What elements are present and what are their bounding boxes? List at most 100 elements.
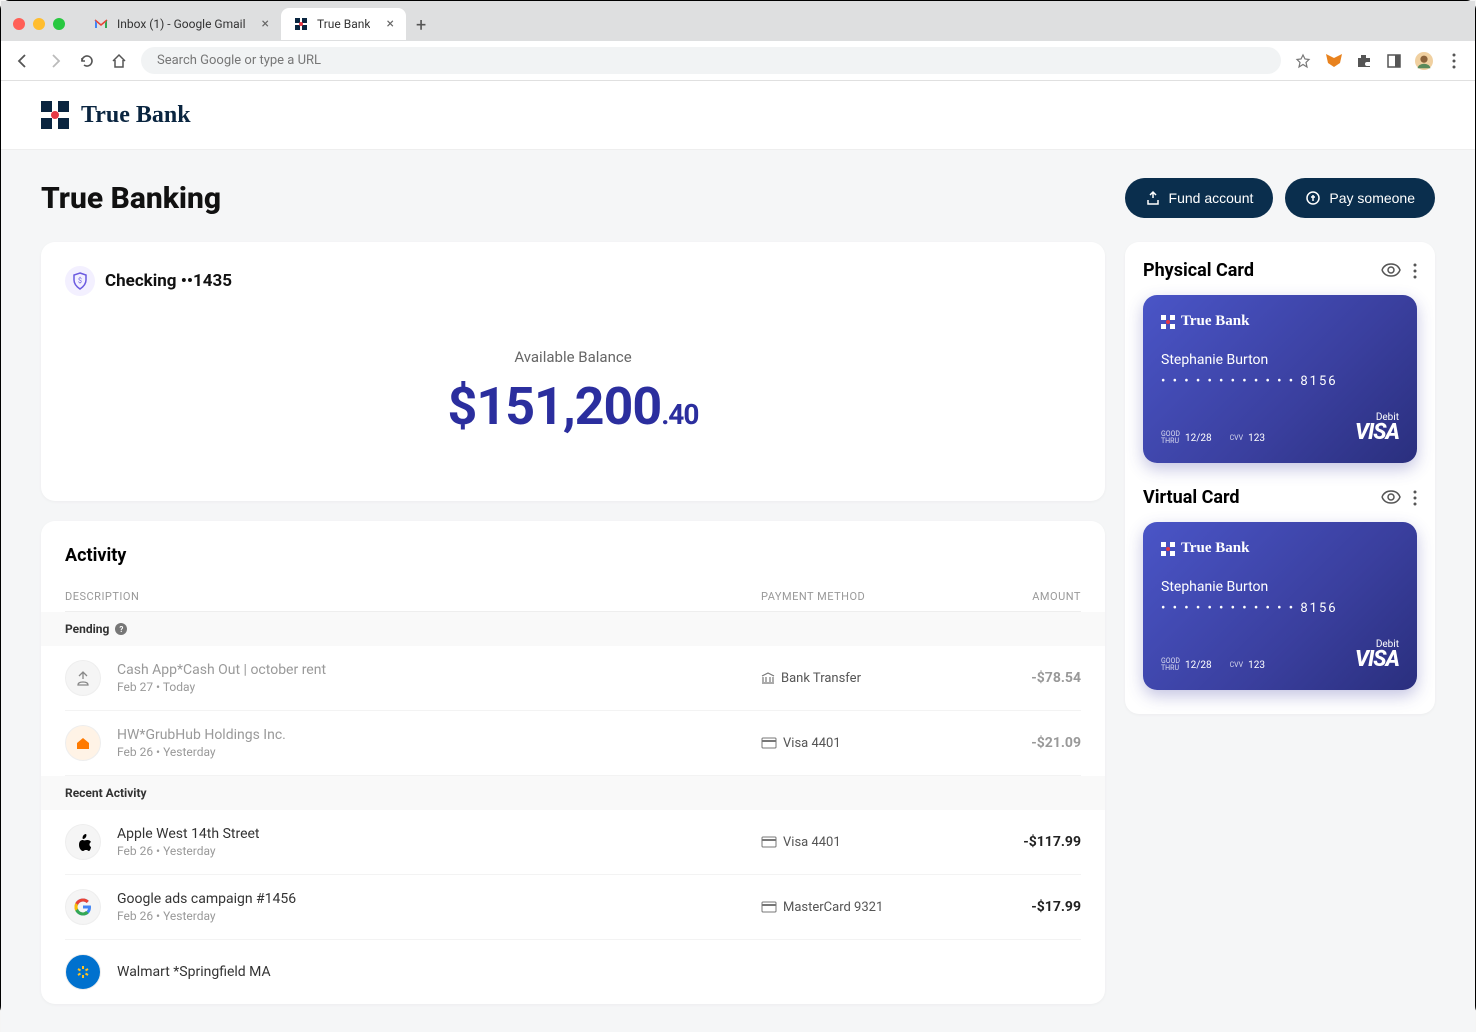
activity-date: Feb 27 • Today [117, 680, 761, 694]
card-brand-text: True Bank [1181, 313, 1250, 330]
activity-date: Feb 26 • Yesterday [117, 844, 761, 858]
recent-label-text: Recent Activity [65, 786, 147, 800]
back-button[interactable] [13, 51, 33, 71]
extensions-icon[interactable] [1355, 52, 1373, 70]
menu-icon[interactable] [1445, 52, 1463, 70]
merchant-icon [65, 660, 101, 696]
tab-title: Inbox (1) - Google Gmail [117, 17, 246, 31]
tab-gmail[interactable]: Inbox (1) - Google Gmail × [81, 8, 281, 40]
btn-label: Fund account [1169, 190, 1254, 206]
tab-true-bank[interactable]: True Bank × [281, 8, 406, 40]
card-footer: GOOD THRU 12/28 CVV 123 VISA [1161, 647, 1399, 672]
activity-row[interactable]: Cash App*Cash Out | october rent Feb 27 … [65, 646, 1081, 711]
sidepanel-icon[interactable] [1385, 52, 1403, 70]
pay-someone-button[interactable]: Pay someone [1285, 178, 1435, 218]
good-thru-label: GOOD THRU [1161, 658, 1180, 672]
cvv-value: 123 [1248, 660, 1265, 671]
eye-icon[interactable] [1381, 263, 1401, 279]
card-meta: GOOD THRU 12/28 CVV 123 [1161, 658, 1265, 672]
brand[interactable]: True Bank [41, 101, 1435, 129]
card-meta: GOOD THRU 12/28 CVV 123 [1161, 431, 1265, 445]
more-icon[interactable] [1413, 263, 1417, 279]
balance-panel: $ Checking ••1435 Available Balance $151… [41, 242, 1105, 501]
url-bar[interactable]: Search Google or type a URL [141, 47, 1281, 74]
window-controls [13, 18, 65, 30]
brand-logo-icon [41, 101, 69, 129]
col-description: DESCRIPTION [65, 590, 761, 603]
metamask-icon[interactable] [1325, 52, 1343, 70]
info-icon[interactable]: ? [115, 623, 127, 635]
eye-icon[interactable] [1381, 490, 1401, 506]
reload-button[interactable] [77, 51, 97, 71]
fund-account-button[interactable]: Fund account [1125, 178, 1274, 218]
merchant-icon [65, 954, 101, 990]
card-icon [761, 901, 777, 913]
merchant-name: HW*GrubHub Holdings Inc. [117, 727, 761, 743]
merchant-icon [65, 889, 101, 925]
good-thru-label: GOOD THRU [1161, 431, 1180, 445]
home-button[interactable] [109, 51, 129, 71]
minimize-window-button[interactable] [33, 18, 45, 30]
card-brand: True Bank [1161, 540, 1399, 557]
balance-block: Available Balance $151,200.40 [65, 328, 1081, 477]
balance-amount: $151,200.40 [65, 376, 1081, 437]
good-thru-value: 12/28 [1185, 660, 1212, 671]
gmail-icon [93, 16, 109, 32]
page-actions: Fund account Pay someone [1125, 178, 1435, 218]
maximize-window-button[interactable] [53, 18, 65, 30]
more-icon[interactable] [1413, 490, 1417, 506]
page-head: True Banking Fund account Pay someone [41, 178, 1435, 218]
cardholder-name: Stephanie Burton [1161, 579, 1399, 595]
physical-card-head: Physical Card [1143, 260, 1417, 281]
card-icon [761, 836, 777, 848]
payment-method: Visa 4401 [761, 835, 961, 850]
cvv-label: CVV [1230, 435, 1243, 442]
card-type: Debit [1376, 639, 1399, 650]
activity-description: HW*GrubHub Holdings Inc. Feb 26 • Yester… [117, 727, 761, 759]
amount: -$117.99 [961, 834, 1081, 850]
tabs: Inbox (1) - Google Gmail × True Bank × + [81, 8, 1463, 40]
cvv-label: CVV [1230, 662, 1243, 669]
truebank-icon [293, 16, 309, 32]
card-brand-text: True Bank [1181, 540, 1250, 557]
merchant-name: Apple West 14th Street [117, 826, 761, 842]
card-section-title: Virtual Card [1143, 487, 1240, 508]
cards-panel: Physical Card True Bank Stephanie Burton… [1125, 242, 1435, 714]
activity-table-head: DESCRIPTION PAYMENT METHOD AMOUNT [65, 582, 1081, 612]
new-tab-button[interactable]: + [406, 11, 436, 40]
merchant-icon [65, 824, 101, 860]
pending-section-label: Pending ? [41, 612, 1105, 646]
btn-label: Pay someone [1329, 190, 1415, 206]
col-payment: PAYMENT METHOD [761, 590, 961, 603]
nav-bar: Search Google or type a URL [1, 41, 1475, 81]
tab-title: True Bank [317, 17, 370, 31]
amount: -$78.54 [961, 670, 1081, 686]
activity-row[interactable]: Walmart *Springfield MA [65, 940, 1081, 1004]
card-tools [1381, 263, 1417, 279]
main-grid: $ Checking ••1435 Available Balance $151… [41, 242, 1435, 1004]
activity-row[interactable]: HW*GrubHub Holdings Inc. Feb 26 • Yester… [65, 711, 1081, 776]
tab-close-icon[interactable]: × [386, 16, 393, 32]
activity-row[interactable]: Apple West 14th Street Feb 26 • Yesterda… [65, 810, 1081, 875]
tab-close-icon[interactable]: × [262, 16, 269, 32]
account-head: $ Checking ••1435 [65, 266, 1081, 296]
profile-avatar[interactable] [1415, 52, 1433, 70]
card-section-title: Physical Card [1143, 260, 1254, 281]
virtual-card[interactable]: True Bank Stephanie Burton • • • • • • •… [1143, 522, 1417, 690]
balance-label: Available Balance [65, 348, 1081, 366]
merchant-name: Cash App*Cash Out | october rent [117, 662, 761, 678]
page-title: True Banking [41, 181, 221, 216]
method-text: Visa 4401 [783, 835, 841, 850]
bookmark-button[interactable] [1293, 51, 1313, 71]
payment-method: Visa 4401 [761, 736, 961, 751]
physical-card[interactable]: True Bank Stephanie Burton • • • • • • •… [1143, 295, 1417, 463]
shield-icon: $ [65, 266, 95, 296]
recent-section-label: Recent Activity [41, 776, 1105, 810]
merchant-name: Google ads campaign #1456 [117, 891, 761, 907]
card-brand: True Bank [1161, 313, 1399, 330]
forward-button[interactable] [45, 51, 65, 71]
amount: -$17.99 [961, 899, 1081, 915]
activity-row[interactable]: Google ads campaign #1456 Feb 26 • Yeste… [65, 875, 1081, 940]
cvv-value: 123 [1248, 433, 1265, 444]
close-window-button[interactable] [13, 18, 25, 30]
